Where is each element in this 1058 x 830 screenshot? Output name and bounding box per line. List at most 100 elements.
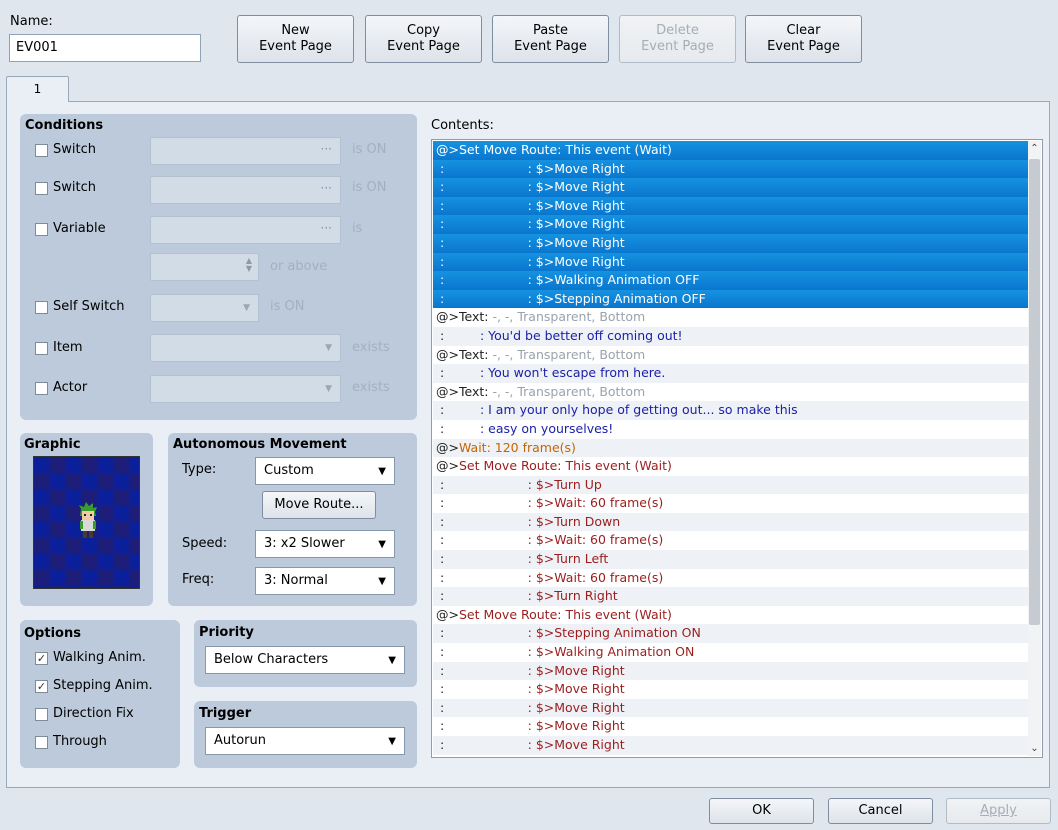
name-input[interactable]: EV001 xyxy=(9,34,201,62)
command-row[interactable]: @>Set Move Route: This event (Wait) xyxy=(433,457,1030,476)
command-row[interactable]: @>Text: -, -, Transparent, Bottom xyxy=(433,345,1030,365)
command-row[interactable]: : : $>Turn Down xyxy=(433,512,1030,532)
item-select[interactable]: ▼ xyxy=(150,334,341,362)
command-text: : $>Move Right xyxy=(527,681,625,697)
command-text: @>Text: xyxy=(436,383,493,399)
command-text: : $>Turn Down xyxy=(527,513,621,529)
cancel-button[interactable]: Cancel xyxy=(828,798,933,824)
command-row[interactable]: : : $>Move Right xyxy=(433,215,1030,234)
variable-checkbox[interactable] xyxy=(35,223,48,236)
command-row[interactable]: @>Set Move Route: This event (Wait) xyxy=(433,605,1030,625)
move-route-button[interactable]: Move Route... xyxy=(262,491,376,519)
self-switch-checkbox[interactable] xyxy=(35,301,48,314)
command-row[interactable]: : : $>Turn Right xyxy=(433,587,1030,606)
walking-anim-label: Walking Anim. xyxy=(53,650,146,665)
scrollbar-thumb[interactable] xyxy=(1029,159,1040,625)
command-row[interactable]: @>Wait: 120 frame(s) xyxy=(433,438,1030,458)
item-checkbox[interactable] xyxy=(35,342,48,355)
actor-checkbox[interactable] xyxy=(35,382,48,395)
switch2-field[interactable]: ··· xyxy=(150,176,341,204)
switch2-checkbox[interactable] xyxy=(35,182,48,195)
command-text: : : $>Move Right xyxy=(436,197,625,213)
switch2-label: Switch xyxy=(53,180,96,195)
command-text: : xyxy=(436,662,528,678)
command-row[interactable]: : : $>Move Right xyxy=(433,159,1030,179)
dropdown-arrow-icon: ▼ xyxy=(325,343,332,353)
command-row[interactable]: : : You'd be better off coming out! xyxy=(433,326,1030,346)
scroll-up-icon[interactable]: ⌃ xyxy=(1029,143,1040,154)
command-text: : xyxy=(436,551,528,567)
contents-scrollbar[interactable]: ⌃ ⌄ xyxy=(1028,141,1041,756)
command-row[interactable]: : : $>Wait: 60 frame(s) xyxy=(433,494,1030,513)
copy-event-page-button[interactable]: Copy Event Page xyxy=(365,15,482,63)
stepping-anim-label: Stepping Anim. xyxy=(53,678,153,693)
variable-field[interactable]: ··· xyxy=(150,216,341,244)
walking-anim-checkbox[interactable]: ✓ xyxy=(35,652,48,665)
command-text: : xyxy=(436,495,528,511)
command-text: : xyxy=(436,588,528,604)
command-row[interactable]: : : $>Move Right xyxy=(433,233,1030,253)
command-text: : xyxy=(436,699,528,715)
contents-list[interactable]: @>Set Move Route: This event (Wait) : : … xyxy=(431,139,1043,758)
new-event-page-button[interactable]: New Event Page xyxy=(237,15,354,63)
actor-label: Actor xyxy=(53,380,88,395)
type-value: Custom xyxy=(264,463,314,478)
command-row[interactable]: : : You won't escape from here. xyxy=(433,364,1030,383)
command-row[interactable]: : : $>Move Right xyxy=(433,178,1030,197)
switch1-field[interactable]: ··· xyxy=(150,137,341,165)
paste-event-page-button[interactable]: Paste Event Page xyxy=(492,15,609,63)
item-label: Item xyxy=(53,340,83,355)
command-row[interactable]: @>Text: -, -, Transparent, Bottom xyxy=(433,382,1030,402)
ellipsis-icon: ··· xyxy=(320,142,332,156)
command-row[interactable]: : : $>Stepping Animation ON xyxy=(433,624,1030,644)
command-row[interactable]: : : $>Walking Animation OFF xyxy=(433,271,1030,290)
command-text: : $>Turn Right xyxy=(527,588,618,604)
command-row[interactable]: : : I am your only hope of getting out..… xyxy=(433,401,1030,420)
command-row[interactable]: : : easy on yourselves! xyxy=(433,419,1030,439)
freq-select[interactable]: 3: Normal ▼ xyxy=(255,567,395,595)
through-checkbox[interactable] xyxy=(35,736,48,749)
command-text: : xyxy=(436,365,480,381)
dropdown-arrow-icon: ▼ xyxy=(388,736,396,747)
command-row[interactable]: : : $>Wait: 60 frame(s) xyxy=(433,531,1030,551)
switch1-checkbox[interactable] xyxy=(35,144,48,157)
self-switch-select[interactable]: ▼ xyxy=(150,294,259,322)
command-row[interactable]: : : $>Move Right xyxy=(433,196,1030,216)
command-row[interactable]: : : $>Move Right xyxy=(433,252,1030,272)
switch1-label: Switch xyxy=(53,142,96,157)
ok-button[interactable]: OK xyxy=(709,798,814,824)
command-row[interactable]: : : $>Move Right xyxy=(433,717,1030,736)
trigger-select[interactable]: Autorun ▼ xyxy=(205,727,405,755)
command-row[interactable]: : : $>Move Right xyxy=(433,698,1030,718)
command-row[interactable]: : : $>Move Right xyxy=(433,736,1030,755)
name-label: Name: xyxy=(10,14,53,29)
scroll-down-icon[interactable]: ⌄ xyxy=(1029,743,1040,754)
clear-event-page-button[interactable]: Clear Event Page xyxy=(745,15,862,63)
command-row[interactable]: : : $>Walking Animation ON xyxy=(433,643,1030,662)
command-text: : xyxy=(436,718,528,734)
graphic-preview[interactable] xyxy=(33,456,140,589)
stepping-anim-checkbox[interactable]: ✓ xyxy=(35,680,48,693)
type-select[interactable]: Custom ▼ xyxy=(255,457,395,485)
tab-page-1[interactable]: 1 xyxy=(6,76,69,102)
command-row[interactable]: : : $>Move Right xyxy=(433,661,1030,681)
priority-select[interactable]: Below Characters ▼ xyxy=(205,646,405,674)
through-label: Through xyxy=(53,734,107,749)
speed-select[interactable]: 3: x2 Slower ▼ xyxy=(255,530,395,558)
self-switch-suffix: is ON xyxy=(270,299,305,314)
variable-value-spinner[interactable]: ▲ ▼ xyxy=(150,253,259,281)
apply-button[interactable]: Apply xyxy=(946,798,1051,824)
dropdown-arrow-icon: ▼ xyxy=(378,539,386,550)
trigger-title: Trigger xyxy=(199,706,252,721)
command-row[interactable]: @>Text: -, -, Transparent, Bottom xyxy=(433,308,1030,327)
command-row[interactable]: : : $>Move Right xyxy=(433,680,1030,699)
command-row[interactable]: : : $>Turn Left xyxy=(433,550,1030,569)
delete-event-page-button[interactable]: Delete Event Page xyxy=(619,15,736,63)
command-row[interactable]: : : $>Turn Up xyxy=(433,475,1030,495)
command-row[interactable]: : : $>Stepping Animation OFF xyxy=(433,289,1030,309)
dropdown-arrow-icon: ▼ xyxy=(378,466,386,477)
direction-fix-checkbox[interactable] xyxy=(35,708,48,721)
command-row[interactable]: @>Set Move Route: This event (Wait) xyxy=(433,141,1030,160)
actor-select[interactable]: ▼ xyxy=(150,375,341,403)
command-row[interactable]: : : $>Wait: 60 frame(s) xyxy=(433,568,1030,588)
